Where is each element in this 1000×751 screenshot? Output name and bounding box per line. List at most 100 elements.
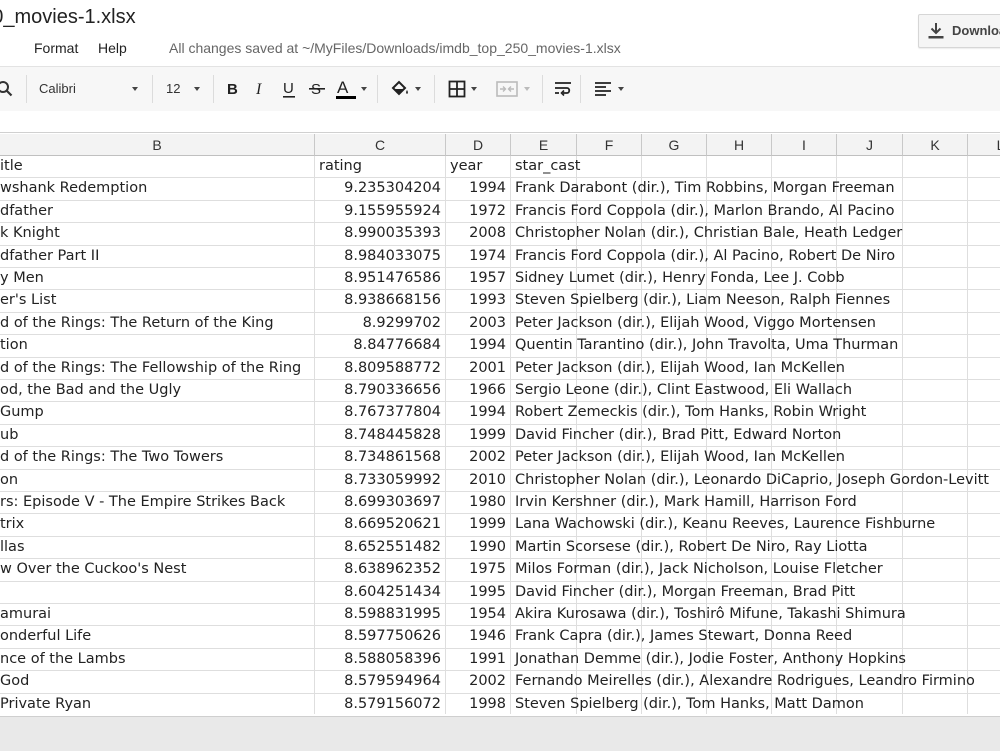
empty-cell[interactable] bbox=[837, 268, 903, 291]
cell-title[interactable]: on bbox=[0, 469, 315, 492]
empty-cell[interactable] bbox=[903, 648, 968, 672]
text-color-button[interactable]: A bbox=[333, 67, 369, 111]
empty-cell[interactable] bbox=[968, 223, 1000, 246]
empty-cell[interactable] bbox=[903, 559, 968, 582]
download-button[interactable]: Downloa bbox=[918, 14, 1000, 48]
cell-rating[interactable]: 8.790336656 bbox=[315, 380, 446, 403]
empty-cell[interactable] bbox=[968, 402, 1000, 425]
cell-title[interactable]: w Over the Cuckoo's Nest bbox=[0, 559, 315, 582]
cell-rating[interactable]: 8.951476586 bbox=[315, 268, 446, 291]
cell-year[interactable]: 1974 bbox=[446, 245, 511, 268]
empty-cell[interactable] bbox=[903, 357, 968, 380]
empty-cell[interactable] bbox=[903, 424, 968, 448]
cell-rating[interactable]: 8.598831995 bbox=[315, 604, 446, 627]
cell-year[interactable]: 1957 bbox=[446, 268, 511, 291]
header-cell-title[interactable]: itle bbox=[0, 156, 315, 179]
cell-rating[interactable]: 8.748445828 bbox=[315, 424, 446, 448]
cell-title[interactable]: d of the Rings: The Two Towers bbox=[0, 447, 315, 470]
empty-cell[interactable] bbox=[903, 290, 968, 313]
cell-star-cast[interactable]: Frank Capra (dir.), James Stewart, Donna… bbox=[511, 626, 852, 649]
wrap-text-button[interactable] bbox=[552, 67, 574, 111]
cell-rating[interactable]: 8.984033075 bbox=[315, 245, 446, 268]
font-family-select[interactable]: Calibri bbox=[30, 67, 148, 111]
cell-year[interactable]: 1954 bbox=[446, 604, 511, 627]
cell-year[interactable]: 1991 bbox=[446, 648, 511, 672]
cell-rating[interactable]: 8.597750626 bbox=[315, 626, 446, 649]
empty-cell[interactable] bbox=[968, 559, 1000, 582]
column-header-e[interactable]: E bbox=[511, 134, 577, 156]
cell-title[interactable]: God bbox=[0, 671, 315, 694]
column-header-f[interactable]: F bbox=[577, 134, 642, 156]
empty-cell[interactable] bbox=[772, 156, 837, 179]
empty-cell[interactable] bbox=[903, 156, 968, 179]
cell-rating[interactable]: 8.604251434 bbox=[315, 581, 446, 604]
cell-title[interactable]: wshank Redemption bbox=[0, 178, 315, 201]
cell-star-cast[interactable]: Steven Spielberg (dir.), Tom Hanks, Matt… bbox=[511, 693, 864, 714]
empty-cell[interactable] bbox=[903, 223, 968, 246]
header-cell-rating[interactable]: rating bbox=[315, 156, 446, 179]
column-header-k[interactable]: K bbox=[903, 134, 968, 156]
cell-year[interactable]: 1966 bbox=[446, 380, 511, 403]
cell-title[interactable]: k Knight bbox=[0, 223, 315, 246]
empty-cell[interactable] bbox=[968, 358, 1000, 380]
empty-cell[interactable] bbox=[968, 492, 1000, 515]
cell-title[interactable]: nce of the Lambs bbox=[0, 648, 315, 672]
column-header-d[interactable]: D bbox=[446, 134, 511, 156]
align-button[interactable] bbox=[592, 67, 628, 111]
cell-star-cast[interactable]: Sidney Lumet (dir.), Henry Fonda, Lee J.… bbox=[511, 268, 845, 291]
cell-title[interactable]: llas bbox=[0, 536, 315, 560]
empty-cell[interactable] bbox=[707, 156, 772, 179]
cell-year[interactable]: 2010 bbox=[446, 469, 511, 492]
cell-year[interactable]: 1975 bbox=[446, 559, 511, 582]
cell-star-cast[interactable]: Milos Forman (dir.), Jack Nicholson, Lou… bbox=[511, 559, 883, 582]
empty-cell[interactable] bbox=[903, 536, 968, 560]
empty-cell[interactable] bbox=[968, 178, 1000, 201]
empty-cell[interactable] bbox=[903, 200, 968, 224]
cell-title[interactable]: er's List bbox=[0, 290, 315, 313]
cell-star-cast[interactable]: Christopher Nolan (dir.), Leonardo DiCap… bbox=[511, 469, 989, 492]
cell-rating[interactable]: 9.235304204 bbox=[315, 178, 446, 201]
empty-cell[interactable] bbox=[968, 514, 1000, 537]
cell-year[interactable]: 2002 bbox=[446, 671, 511, 694]
document-title[interactable]: 250_movies-1.xlsx bbox=[0, 6, 136, 29]
empty-cell[interactable] bbox=[903, 492, 968, 515]
cell-star-cast[interactable]: Irvin Kershner (dir.), Mark Hamill, Harr… bbox=[511, 492, 857, 515]
cell-year[interactable]: 2008 bbox=[446, 223, 511, 246]
empty-cell[interactable] bbox=[968, 604, 1000, 627]
column-header-c[interactable]: C bbox=[315, 134, 446, 156]
merge-cells-button[interactable] bbox=[494, 67, 532, 111]
cell-title[interactable]: y Men bbox=[0, 268, 315, 291]
cell-star-cast[interactable]: Francis Ford Coppola (dir.), Al Pacino, … bbox=[511, 245, 895, 268]
cell-rating[interactable]: 8.84776684 bbox=[315, 335, 446, 358]
cell-rating[interactable]: 8.767377804 bbox=[315, 402, 446, 425]
empty-cell[interactable] bbox=[968, 290, 1000, 313]
empty-cell[interactable] bbox=[837, 447, 903, 470]
cell-year[interactable]: 1998 bbox=[446, 693, 511, 714]
empty-cell[interactable] bbox=[968, 380, 1000, 403]
cell-year[interactable]: 1994 bbox=[446, 178, 511, 201]
cell-star-cast[interactable]: Peter Jackson (dir.), Elijah Wood, Viggo… bbox=[511, 312, 876, 336]
cell-star-cast[interactable]: Peter Jackson (dir.), Elijah Wood, Ian M… bbox=[511, 447, 845, 470]
empty-cell[interactable] bbox=[968, 582, 1000, 604]
cell-title[interactable]: Private Ryan bbox=[0, 693, 315, 714]
cell-title[interactable]: Gump bbox=[0, 402, 315, 425]
cell-year[interactable]: 2002 bbox=[446, 447, 511, 470]
cell-year[interactable]: 1972 bbox=[446, 200, 511, 224]
cell-rating[interactable]: 8.938668156 bbox=[315, 290, 446, 313]
column-header-j[interactable]: J bbox=[837, 134, 903, 156]
cell-star-cast[interactable]: Martin Scorsese (dir.), Robert De Niro, … bbox=[511, 536, 868, 560]
cell-star-cast[interactable]: Sergio Leone (dir.), Clint Eastwood, Eli… bbox=[511, 380, 852, 403]
empty-cell[interactable] bbox=[903, 380, 968, 403]
cell-star-cast[interactable]: David Fincher (dir.), Morgan Freeman, Br… bbox=[511, 581, 855, 604]
cell-rating[interactable]: 8.733059992 bbox=[315, 469, 446, 492]
cell-title[interactable]: dfather Part II bbox=[0, 245, 315, 268]
cell-star-cast[interactable]: David Fincher (dir.), Brad Pitt, Edward … bbox=[511, 424, 841, 448]
column-header-b[interactable]: B bbox=[0, 134, 315, 156]
empty-cell[interactable] bbox=[642, 156, 707, 179]
italic-button[interactable]: I bbox=[251, 67, 271, 111]
cell-title[interactable]: d of the Rings: The Return of the King bbox=[0, 312, 315, 336]
column-header-i[interactable]: I bbox=[772, 134, 837, 156]
cell-title[interactable]: od, the Bad and the Ugly bbox=[0, 380, 315, 403]
empty-cell[interactable] bbox=[968, 313, 1000, 336]
cell-star-cast[interactable]: Robert Zemeckis (dir.), Tom Hanks, Robin… bbox=[511, 402, 866, 425]
